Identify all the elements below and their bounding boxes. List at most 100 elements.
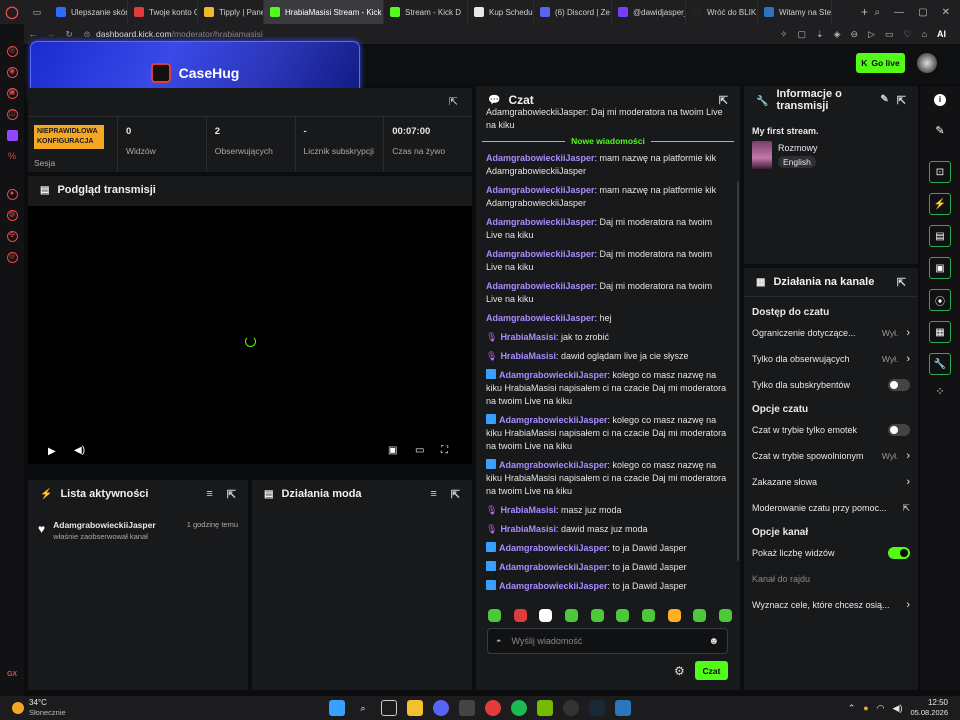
bookmark-icon[interactable]: ▭ [885, 29, 894, 40]
bolt-rail-button[interactable]: ⚡ [929, 193, 951, 215]
setting-row[interactable]: Tylko dla subskrybentów [752, 372, 910, 398]
discord-icon[interactable] [433, 700, 449, 716]
extension-icon[interactable]: ✧ [780, 29, 788, 40]
chat-message[interactable]: 🎙 HrabiaMasisi: dawid oglądam live ja cie… [486, 350, 730, 363]
emote-icon[interactable] [616, 609, 630, 622]
emote-icon[interactable] [488, 609, 501, 622]
pip-icon[interactable]: ▣ [388, 445, 397, 456]
chat-settings-icon[interactable]: ⚙ [674, 664, 685, 678]
chat-message[interactable]: AdamgrabowieckiiJasper: to ja Dawid Jasp… [486, 561, 730, 574]
camera-icon[interactable]: ⌂ [922, 29, 927, 40]
broadcast-rail-button[interactable]: ⦿ [929, 289, 951, 311]
opera-menu-icon[interactable]: ◯ [0, 0, 24, 24]
activity-filter-icon[interactable]: ≡ [206, 488, 212, 500]
opera-gx-icon[interactable] [485, 700, 501, 716]
url-domain[interactable]: dashboard.kick.com [96, 29, 172, 39]
chat-username[interactable]: AdamgrabowieckiiJasper [499, 562, 608, 572]
go-live-button[interactable]: K Go live [856, 53, 905, 73]
percent-icon[interactable]: % [8, 151, 16, 161]
security-icon[interactable]: ⊜ [78, 29, 96, 40]
browser-tab[interactable]: Twoje konto Ca [128, 0, 198, 24]
browser-tab[interactable]: Ulepszanie skór [50, 0, 128, 24]
chevron-right-icon[interactable]: › [906, 327, 910, 339]
chat-message[interactable]: AdamgrabowieckiiJasper: mam nazwę na pla… [486, 152, 730, 178]
modactions-filter-icon[interactable]: ≡ [430, 488, 436, 500]
chevron-right-icon[interactable]: › [906, 353, 910, 365]
setting-row[interactable]: Kanał do rajdu [752, 566, 910, 592]
vpn-icon[interactable]: ◎ [6, 252, 18, 263]
emote-icon[interactable] [590, 609, 604, 622]
chat-rail-button[interactable]: ▣ [929, 257, 951, 279]
tray-chevron-icon[interactable]: ⌃ [848, 703, 856, 714]
emote-icon[interactable] [667, 609, 681, 622]
speed-dial-icon[interactable]: ◎ [6, 46, 18, 57]
emote-icon[interactable] [513, 609, 527, 622]
info-expand-icon[interactable]: ⇱ [897, 94, 906, 107]
chat-username[interactable]: AdamgrabowieckiiJasper [499, 460, 608, 470]
steam-icon[interactable] [589, 700, 605, 716]
messenger-icon[interactable]: ◉ [6, 67, 18, 78]
music-icon[interactable]: ● [6, 189, 18, 200]
chat-message[interactable]: 🎙 HrabiaMasisi: dawid masz juz moda [486, 523, 730, 536]
shield-icon[interactable]: ◈ [834, 29, 841, 40]
toggle-switch[interactable] [888, 547, 910, 559]
snapshot-icon[interactable]: ▢ [798, 29, 807, 40]
external-link-icon[interactable]: ⇱ [902, 503, 910, 514]
chat-username[interactable]: AdamgrabowieckiiJasper [499, 370, 608, 380]
play-icon[interactable]: ▶ [48, 446, 56, 457]
app-icon[interactable] [615, 700, 631, 716]
chat-username[interactable]: AdamgrabowieckiiJasper [499, 415, 608, 425]
trash-icon[interactable]: ◫ [6, 109, 18, 120]
chat-username[interactable]: AdamgrabowieckiiJasper [486, 185, 595, 195]
new-tab-button[interactable]: + [855, 5, 875, 19]
setting-row[interactable]: Ograniczenie dotyczące... Wył. › [752, 320, 910, 346]
download-icon[interactable]: ⇣ [816, 29, 824, 40]
send-chat-button[interactable]: Czat [695, 661, 728, 680]
chat-expand-icon[interactable]: ⇱ [719, 94, 728, 107]
toggle-switch[interactable] [888, 424, 910, 436]
setting-row[interactable]: Czat w trybie spowolnionym Wył. › [752, 443, 910, 469]
fullscreen-icon[interactable]: ⛶ [441, 445, 448, 456]
clock-time[interactable]: 12:50 [910, 698, 948, 708]
browser-tab[interactable]: @dawidjasper_ [612, 0, 686, 24]
theater-icon[interactable]: ▭ [415, 445, 424, 456]
explorer-icon[interactable] [407, 700, 423, 716]
category-thumbnail[interactable] [752, 141, 772, 169]
reload-icon[interactable]: ↻ [60, 29, 78, 40]
taskbar-search-icon[interactable]: ⌕ [355, 700, 371, 716]
browser-tab[interactable]: Kup Schedule I [468, 0, 534, 24]
chat-username[interactable]: AdamgrabowieckiiJasper [486, 313, 595, 323]
back-icon[interactable]: ← [24, 29, 42, 39]
info-rail-icon[interactable]: i [934, 94, 946, 106]
chat-username[interactable]: HrabiaMasisi [500, 351, 556, 361]
setting-row[interactable]: Czat w trybie tylko emotek [752, 417, 910, 443]
github-icon[interactable] [563, 700, 579, 716]
emoji-icon[interactable]: ☻ [708, 636, 719, 647]
chat-message[interactable]: AdamgrabowieckiiJasper: kolego co masz n… [486, 414, 730, 453]
chat-username[interactable]: HrabiaMasisi [500, 505, 556, 515]
chat-username[interactable]: AdamgrabowieckiiJasper [499, 543, 608, 553]
chat-message[interactable]: AdamgrabowieckiiJasper: to ja Dawid Jasp… [486, 580, 730, 593]
chat-message[interactable]: 🎙 HrabiaMasisi: jak to zrobić [486, 331, 730, 344]
settings-icon[interactable]: ✣ [6, 231, 18, 242]
browser-tab[interactable]: (6) Discord | Ze [534, 0, 612, 24]
category-label[interactable]: Rozmowy [778, 143, 818, 153]
chat-message[interactable]: AdamgrabowieckiiJasper: kolego co masz n… [486, 369, 730, 408]
gx-icon[interactable]: GX [7, 671, 17, 678]
weather-widget[interactable]: 34°C Słonecznie [0, 698, 200, 718]
chevron-right-icon[interactable]: › [906, 599, 910, 611]
modactions-expand-icon[interactable]: ⇱ [451, 488, 460, 501]
wifi-icon[interactable]: ◠ [877, 703, 885, 714]
chat-message[interactable]: AdamgrabowieckiiJasper: kolego co masz n… [486, 459, 730, 498]
emote-icon[interactable] [564, 609, 578, 622]
player-icon[interactable]: ▷ [868, 29, 875, 40]
browser-tab[interactable]: Witamy na Stea [758, 0, 832, 24]
chat-message[interactable]: AdamgrabowieckiiJasper: hej [486, 312, 730, 325]
twitch-icon[interactable] [6, 130, 18, 141]
url-path[interactable]: /moderator/hrabiamasisi [172, 29, 263, 39]
close-icon[interactable]: ✕ [942, 7, 950, 18]
volume-icon[interactable]: ◀) [74, 445, 85, 456]
task-view-icon[interactable] [381, 700, 397, 716]
pencil-rail-icon[interactable]: ✎ [935, 124, 944, 137]
spotify-icon[interactable] [511, 700, 527, 716]
